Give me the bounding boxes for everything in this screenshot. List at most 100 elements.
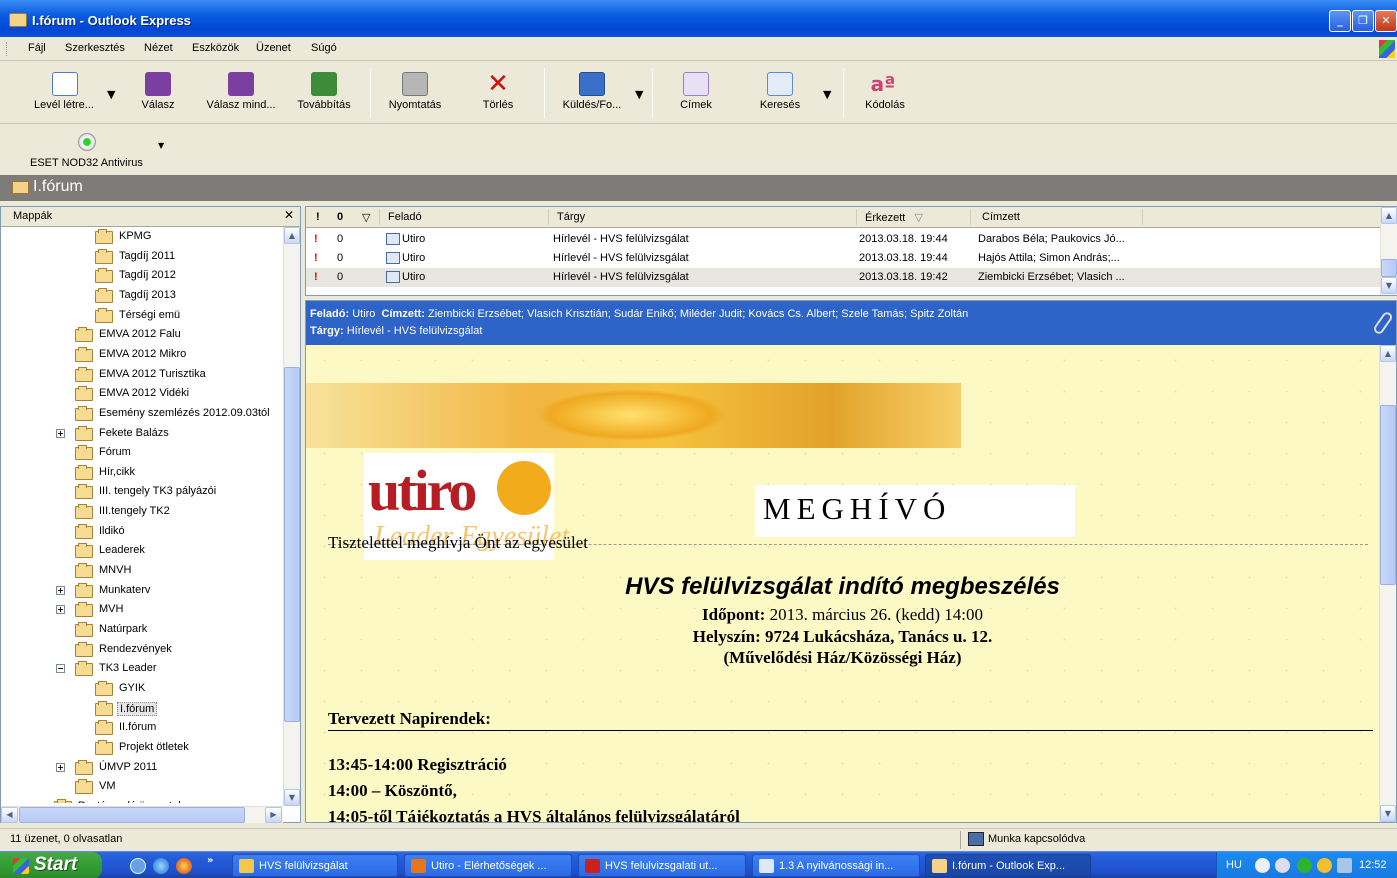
hscroll-thumb[interactable]: [19, 807, 245, 823]
taskbar-task[interactable]: Utiro - Elérhetőségek ...: [404, 854, 572, 877]
new-mail-dropdown-icon[interactable]: ▼: [107, 88, 115, 101]
menu-tools[interactable]: Eszközök: [192, 42, 239, 54]
col-flag[interactable]: ▽: [362, 211, 370, 224]
find-dropdown-icon[interactable]: ▼: [823, 88, 831, 101]
time-label: Időpont:: [702, 605, 766, 624]
print-button[interactable]: Nyomtatás: [380, 66, 450, 118]
preview-vscroll[interactable]: ▲ ▼: [1379, 345, 1396, 822]
show-desktop-icon[interactable]: [130, 858, 146, 874]
folder-tree-vscroll[interactable]: ▲ ▼: [283, 227, 300, 806]
reply-button[interactable]: Válasz: [130, 66, 186, 118]
status-connection: Munka kapcsolódva: [988, 833, 1086, 845]
send-receive-button[interactable]: Küldés/Fo...: [552, 66, 632, 118]
taskbar-task[interactable]: I.fórum - Outlook Exp...: [925, 854, 1091, 877]
folder-icon: [75, 779, 93, 795]
eset-dropdown-icon[interactable]: ▼: [158, 141, 164, 150]
attachment-paperclip-icon[interactable]: [1372, 310, 1394, 336]
folder-label: Natúrpark: [99, 623, 148, 635]
encoding-button[interactable]: aª Kódolás: [856, 66, 914, 118]
preview-subject-line: Tárgy: Hírlevél - HVS felülvizsgálat: [310, 325, 482, 337]
menu-file[interactable]: Fájl: [28, 42, 46, 54]
minimize-button[interactable]: _: [1329, 10, 1351, 32]
col-priority[interactable]: !: [316, 211, 320, 223]
message-row[interactable]: ! 0 Utiro Hírlevél - HVS felülvizsgálat 2013…: [306, 230, 1380, 249]
find-button[interactable]: Keresés: [750, 66, 810, 118]
folder-label: Leaderek: [99, 544, 145, 557]
address-book-button[interactable]: Címek: [670, 66, 722, 118]
folder-label: Térségi emü: [119, 308, 181, 321]
language-indicator[interactable]: HU: [1226, 859, 1242, 871]
collapse-icon[interactable]: −: [56, 664, 65, 674]
scroll-up-icon[interactable]: ▲: [284, 227, 300, 244]
col-received[interactable]: Érkezett ▽: [865, 211, 923, 224]
menu-message[interactable]: Üzenet: [256, 42, 291, 54]
chrome-icon[interactable]: [176, 858, 192, 874]
event-time: Időpont: 2013. március 26. (kedd) 14:00: [306, 605, 1379, 625]
scroll-thumb[interactable]: [1380, 405, 1396, 585]
close-button[interactable]: ✕: [1375, 10, 1397, 32]
priority-flag: !: [314, 233, 318, 245]
message-row[interactable]: ! 0 Utiro Hírlevél - HVS felülvizsgálat 2013…: [306, 268, 1380, 287]
folder-icon: [75, 543, 93, 559]
eset-nod32-button[interactable]: ESET NOD32 Antivirus: [22, 129, 152, 181]
folder-label: Munkaterv: [99, 583, 151, 596]
volume-icon[interactable]: [1337, 858, 1352, 873]
scroll-right-icon[interactable]: ▶: [265, 807, 282, 823]
tray-back-icon[interactable]: [1255, 858, 1270, 873]
folder-icon: [75, 386, 93, 402]
expand-icon[interactable]: +: [56, 762, 65, 772]
folder-label: I.fórum: [117, 701, 158, 716]
expand-icon[interactable]: +: [56, 428, 65, 438]
scroll-thumb[interactable]: [284, 367, 300, 722]
scroll-down-icon[interactable]: ▼: [1380, 805, 1396, 822]
menu-edit[interactable]: Szerkesztés: [65, 42, 125, 54]
header-separator: [1142, 209, 1143, 225]
delete-button[interactable]: ✕ Törlés: [470, 66, 526, 118]
menu-view[interactable]: Nézet: [144, 42, 173, 54]
reply-all-button[interactable]: Válasz mind...: [198, 66, 284, 118]
scroll-down-icon[interactable]: ▼: [1381, 277, 1397, 294]
title-bar[interactable]: I.fórum - Outlook Express _ ❐ ✕: [0, 0, 1397, 37]
current-folder-name: I.fórum: [33, 178, 83, 195]
agenda-item: 13:45-14:00 Regisztráció: [328, 755, 507, 774]
taskbar: Start » HVS felülvizsgálat Utiro - Elérhe…: [0, 851, 1397, 878]
folder-icon: [95, 739, 113, 755]
start-button[interactable]: Start: [0, 852, 102, 878]
taskbar-task[interactable]: 1.3 A nyilvánossági in...: [752, 854, 920, 877]
message-row[interactable]: ! 0 Utiro Hírlevél - HVS felülvizsgálat 2013…: [306, 249, 1380, 268]
col-attachment[interactable]: 0: [337, 211, 343, 223]
scroll-up-icon[interactable]: ▲: [1381, 207, 1397, 224]
restore-button[interactable]: ❐: [1352, 10, 1374, 32]
folder-icon: [95, 680, 113, 696]
info-tray-icon[interactable]: [1317, 858, 1332, 873]
scroll-down-icon[interactable]: ▼: [284, 789, 300, 806]
close-folders-pane-icon[interactable]: ✕: [284, 208, 294, 222]
taskbar-task[interactable]: HVS felülvizsgálat: [232, 854, 398, 877]
scroll-thumb[interactable]: [1381, 259, 1397, 277]
internet-explorer-icon[interactable]: [153, 858, 169, 874]
quicklaunch-more-icon[interactable]: »: [207, 855, 213, 866]
col-to[interactable]: Címzett: [982, 211, 1020, 223]
col-subject[interactable]: Tárgy: [557, 211, 585, 223]
message-list-vscroll[interactable]: ▲ ▼: [1380, 207, 1397, 295]
scroll-up-icon[interactable]: ▲: [1380, 345, 1396, 362]
expand-icon[interactable]: +: [56, 585, 65, 595]
windows-logo-icon: [1379, 40, 1395, 58]
new-mail-button[interactable]: Levél létre...: [20, 66, 108, 118]
col-from[interactable]: Feladó: [388, 211, 422, 223]
scroll-left-icon[interactable]: ◀: [1, 807, 18, 823]
send-receive-dropdown-icon[interactable]: ▼: [635, 88, 643, 101]
message-subject: Hírlevél - HVS felülvizsgálat: [553, 271, 689, 283]
eset-tray-icon[interactable]: [1297, 858, 1312, 873]
expand-icon[interactable]: +: [56, 605, 65, 615]
network-icon[interactable]: [1275, 858, 1290, 873]
preview-from-to-line: Feladó: Utiro Címzett: Ziembicki Erzsébe…: [310, 308, 968, 320]
forward-button[interactable]: Továbbítás: [290, 66, 358, 118]
menu-help[interactable]: Súgó: [311, 42, 337, 54]
taskbar-task[interactable]: HVS felulvizsgalati ut...: [578, 854, 746, 877]
folder-tree-hscroll[interactable]: ◀ ▶: [1, 806, 283, 823]
folder-label: Ildikó: [99, 524, 125, 537]
pdf-icon: [585, 859, 600, 873]
clock[interactable]: 12:52: [1359, 859, 1387, 871]
folder-label: III.tengely TK2: [99, 505, 170, 518]
